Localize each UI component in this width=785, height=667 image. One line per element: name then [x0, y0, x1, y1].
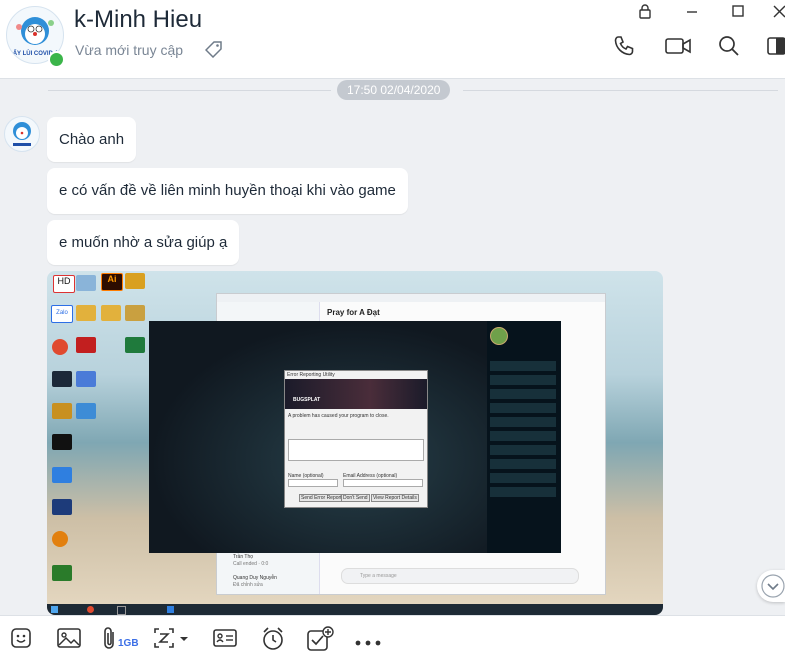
contact-name[interactable]: k-Minh Hieu: [74, 6, 202, 34]
date-divider-right: [463, 90, 778, 91]
maximize-icon[interactable]: [730, 3, 746, 24]
more-dots-icon[interactable]: [354, 634, 382, 652]
composer-toolbar: 1GB: [0, 615, 785, 667]
chat-header: ĐẨY LÙI COVID-19 k-Minh Hieu Vừa mới tru…: [0, 0, 785, 79]
call-of-duty-icon: [52, 434, 72, 450]
folder-icon: [101, 305, 121, 321]
app-icon: [76, 403, 96, 419]
windows-taskbar: [47, 604, 663, 615]
message-bubble[interactable]: Chào anh: [47, 117, 137, 162]
file-size-limit-label: 1GB: [118, 638, 139, 649]
pc-icon: [76, 371, 96, 387]
start-icon: [51, 606, 58, 613]
dialog-email-input: [343, 479, 423, 487]
error-report-dialog: Error Reporting Utility BUGSPLAT A probl…: [284, 370, 428, 508]
send-report-button: Send Error Report: [299, 494, 344, 502]
skype-message-input: Type a message: [341, 568, 579, 584]
game-app-icon: [52, 403, 72, 419]
chrome-icon: [52, 339, 68, 355]
lock-icon[interactable]: [637, 3, 653, 24]
contact-status: Vừa mới truy cập: [75, 42, 184, 58]
dialog-message: A problem has caused your program to clo…: [288, 413, 389, 419]
screenshot-icon[interactable]: [152, 626, 192, 655]
online-status-dot: [48, 51, 65, 68]
hd-app-icon: HD: [53, 275, 75, 293]
skype-contact-sub: Call ended · 0:0: [233, 561, 269, 567]
recycle-bin-icon: [76, 275, 96, 291]
folder-icon: [125, 273, 145, 289]
friends-column: [490, 361, 556, 541]
sidebar-toggle-icon[interactable]: [766, 34, 785, 63]
search-icon[interactable]: [717, 34, 741, 63]
close-icon[interactable]: [772, 3, 785, 24]
taskbar-chrome-icon: [87, 606, 94, 613]
tag-icon[interactable]: [204, 40, 223, 63]
skype-titlebar: [217, 294, 605, 302]
image-icon[interactable]: [56, 626, 82, 655]
teamviewer-icon: [52, 467, 72, 483]
sticker-icon[interactable]: [9, 626, 33, 655]
nvidia-icon: [52, 565, 72, 581]
dialog-name-input: [288, 479, 338, 487]
date-separator: 17:50 02/04/2020: [337, 80, 451, 100]
sender-avatar[interactable]: [4, 116, 40, 152]
task-check-icon[interactable]: [306, 626, 334, 657]
skype-chat-title: Pray for A Đạt: [327, 308, 380, 317]
app-icon: [52, 531, 68, 547]
taskbar-app-icon: [167, 606, 174, 613]
battle-net-icon: [52, 499, 72, 515]
skype-contact-name: Trần Thọ: [233, 554, 254, 560]
message-bubble[interactable]: e có vấn đề về liên minh huyền thoại khi…: [47, 168, 408, 214]
excel-icon: [125, 337, 145, 353]
chevron-down-icon: [761, 574, 785, 598]
contact-card-icon[interactable]: [212, 626, 238, 655]
scroll-to-bottom-button[interactable]: [757, 570, 785, 602]
dialog-title: Error Reporting Utility: [287, 372, 335, 378]
video-icon[interactable]: [664, 34, 692, 63]
garena-icon: [76, 337, 96, 353]
taskbar-steam-icon: [117, 606, 126, 615]
dont-send-button: Don't Send: [341, 494, 370, 502]
dialog-description-input: [288, 439, 424, 461]
skype-contact-sub: Đã chỉnh sửa: [233, 582, 263, 588]
paperclip-icon[interactable]: [102, 626, 118, 657]
skype-contact-name: Quang Duy Nguyễn: [233, 575, 277, 581]
profile-avatar: [490, 327, 508, 345]
folder-icon: [125, 305, 145, 321]
dialog-banner: BUGSPLAT: [285, 379, 427, 409]
alarm-clock-icon[interactable]: [261, 626, 285, 657]
steam-icon: [52, 371, 72, 387]
message-bubble[interactable]: e muốn nhờ a sửa giúp ạ: [47, 220, 240, 265]
zalo-app-icon: Zalo: [51, 305, 73, 323]
minimize-icon[interactable]: [684, 3, 700, 24]
date-divider-left: [48, 90, 331, 91]
illustrator-icon: Ai: [101, 273, 123, 291]
view-details-button: View Report Details: [371, 494, 419, 502]
phone-icon[interactable]: [612, 34, 636, 63]
folder-icon: [76, 305, 96, 321]
game-friend-list: [487, 321, 561, 553]
image-message[interactable]: HD Ai Zalo Pray for A Đạt Trần Thọ Call …: [47, 271, 663, 615]
